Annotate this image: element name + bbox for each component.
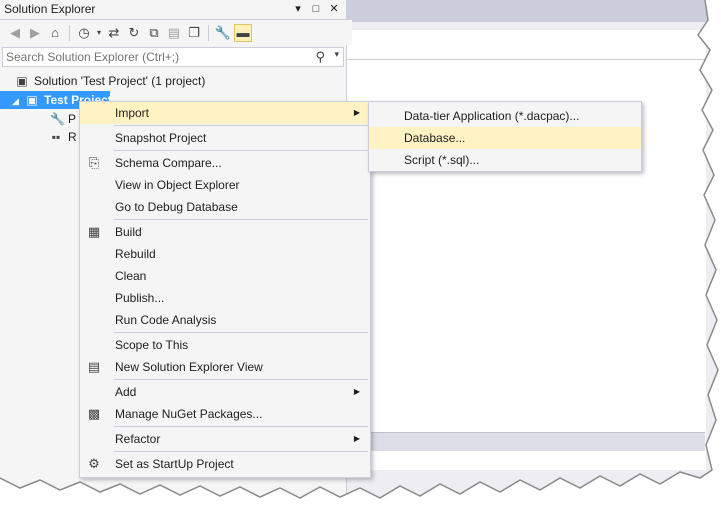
menu-separator bbox=[114, 125, 368, 126]
panel-toolbar: ◀ ▶ ⌂ ◷ ▾ ⇄ ↻ ⧉ ▤ ❐ 🔧 ▬ bbox=[0, 20, 352, 45]
copy-icon[interactable]: ❐ bbox=[185, 24, 203, 42]
panel-title-bar: Solution Explorer ▾ □ ✕ bbox=[0, 0, 346, 20]
chevron-down-icon[interactable]: ▾ bbox=[95, 24, 103, 42]
refresh-icon[interactable]: ↻ bbox=[125, 24, 143, 42]
menu-item-view-in-object-explorer[interactable]: View in Object Explorer bbox=[80, 174, 370, 196]
menu-separator bbox=[114, 379, 368, 380]
menu-item-import[interactable]: Import ▶ bbox=[80, 102, 370, 124]
menu-separator bbox=[114, 219, 368, 220]
submenu-arrow-icon: ▶ bbox=[353, 434, 360, 443]
context-menu: Import ▶ Snapshot Project ⎘ Schema Compa… bbox=[79, 101, 371, 478]
submenu-arrow-icon: ▶ bbox=[353, 387, 360, 396]
maximize-icon[interactable]: □ bbox=[310, 2, 322, 16]
menu-item-schema-compare[interactable]: ⎘ Schema Compare... bbox=[80, 152, 370, 174]
search-box[interactable]: ⚲ ▾ bbox=[2, 47, 344, 67]
menu-item-manage-nuget-packages[interactable]: ▩ Manage NuGet Packages... bbox=[80, 403, 370, 425]
editor-scrollbar[interactable] bbox=[345, 432, 705, 451]
back-icon[interactable]: ◀ bbox=[6, 24, 24, 42]
gear-icon: ⚙ bbox=[88, 456, 100, 471]
history-icon[interactable]: ◷ bbox=[75, 24, 93, 42]
submenu-arrow-icon: ▶ bbox=[353, 108, 360, 117]
collapse-all-icon[interactable]: ⧉ bbox=[145, 24, 163, 42]
menu-item-run-code-analysis[interactable]: Run Code Analysis bbox=[80, 309, 370, 331]
sync-icon[interactable]: ⇄ bbox=[105, 24, 123, 42]
close-icon[interactable]: ✕ bbox=[328, 2, 340, 16]
editor-divider bbox=[345, 59, 705, 60]
tree-item-properties[interactable]: 🔧 P bbox=[50, 110, 76, 128]
menu-separator bbox=[114, 332, 368, 333]
menu-item-clean[interactable]: Clean bbox=[80, 265, 370, 287]
menu-item-go-to-debug-database[interactable]: Go to Debug Database bbox=[80, 196, 370, 218]
chevron-down-icon[interactable]: ▾ bbox=[292, 2, 304, 16]
menu-item-script-sql[interactable]: Script (*.sql)... bbox=[369, 149, 641, 171]
schema-compare-icon: ⎘ bbox=[88, 155, 100, 170]
editor-document bbox=[345, 30, 706, 470]
search-icon[interactable]: ⚲ bbox=[315, 49, 325, 65]
menu-separator bbox=[114, 150, 368, 151]
expand-arrow-icon[interactable]: ◢ bbox=[12, 92, 24, 110]
editor-tab-strip bbox=[345, 0, 721, 22]
show-all-files-icon[interactable]: ▤ bbox=[165, 24, 183, 42]
menu-item-database[interactable]: Database... bbox=[369, 127, 641, 149]
menu-separator bbox=[114, 451, 368, 452]
database-project-icon: ▣ bbox=[26, 93, 38, 107]
menu-item-publish[interactable]: Publish... bbox=[80, 287, 370, 309]
import-submenu: Data-tier Application (*.dacpac)... Data… bbox=[368, 101, 642, 172]
home-icon[interactable]: ⌂ bbox=[46, 24, 64, 42]
search-dropdown-icon[interactable]: ▾ bbox=[334, 49, 339, 60]
menu-item-build[interactable]: ▦ Build bbox=[80, 221, 370, 243]
menu-separator bbox=[114, 426, 368, 427]
menu-item-scope-to-this[interactable]: Scope to This bbox=[80, 334, 370, 356]
wrench-icon: 🔧 bbox=[50, 112, 65, 126]
solution-icon: ▣ bbox=[16, 74, 28, 88]
nuget-icon: ▩ bbox=[87, 406, 101, 421]
menu-item-new-solution-explorer-view[interactable]: ▤ New Solution Explorer View bbox=[80, 356, 370, 378]
panel-title: Solution Explorer bbox=[4, 2, 96, 16]
new-view-icon: ▤ bbox=[87, 359, 101, 374]
menu-item-rebuild[interactable]: Rebuild bbox=[80, 243, 370, 265]
menu-item-add[interactable]: Add ▶ bbox=[80, 381, 370, 403]
menu-item-data-tier-application[interactable]: Data-tier Application (*.dacpac)... bbox=[369, 105, 641, 127]
forward-icon[interactable]: ▶ bbox=[26, 24, 44, 42]
build-icon: ▦ bbox=[87, 224, 101, 239]
tree-item-label: R bbox=[68, 130, 77, 144]
references-icon: ▪▪ bbox=[51, 130, 61, 144]
menu-item-set-as-startup-project[interactable]: ⚙ Set as StartUp Project bbox=[80, 453, 370, 475]
tree-item-references[interactable]: ▪▪ R bbox=[50, 128, 77, 146]
menu-item-snapshot-project[interactable]: Snapshot Project bbox=[80, 127, 370, 149]
tree-item-label: Solution 'Test Project' (1 project) bbox=[34, 74, 206, 88]
menu-item-refactor[interactable]: Refactor ▶ bbox=[80, 428, 370, 450]
tree-item-solution[interactable]: ▣ Solution 'Test Project' (1 project) bbox=[14, 72, 205, 90]
search-input[interactable] bbox=[6, 50, 306, 64]
tree-item-label: P bbox=[68, 112, 77, 126]
preview-icon[interactable]: ▬ bbox=[234, 23, 252, 42]
properties-icon[interactable]: 🔧 bbox=[214, 24, 232, 42]
